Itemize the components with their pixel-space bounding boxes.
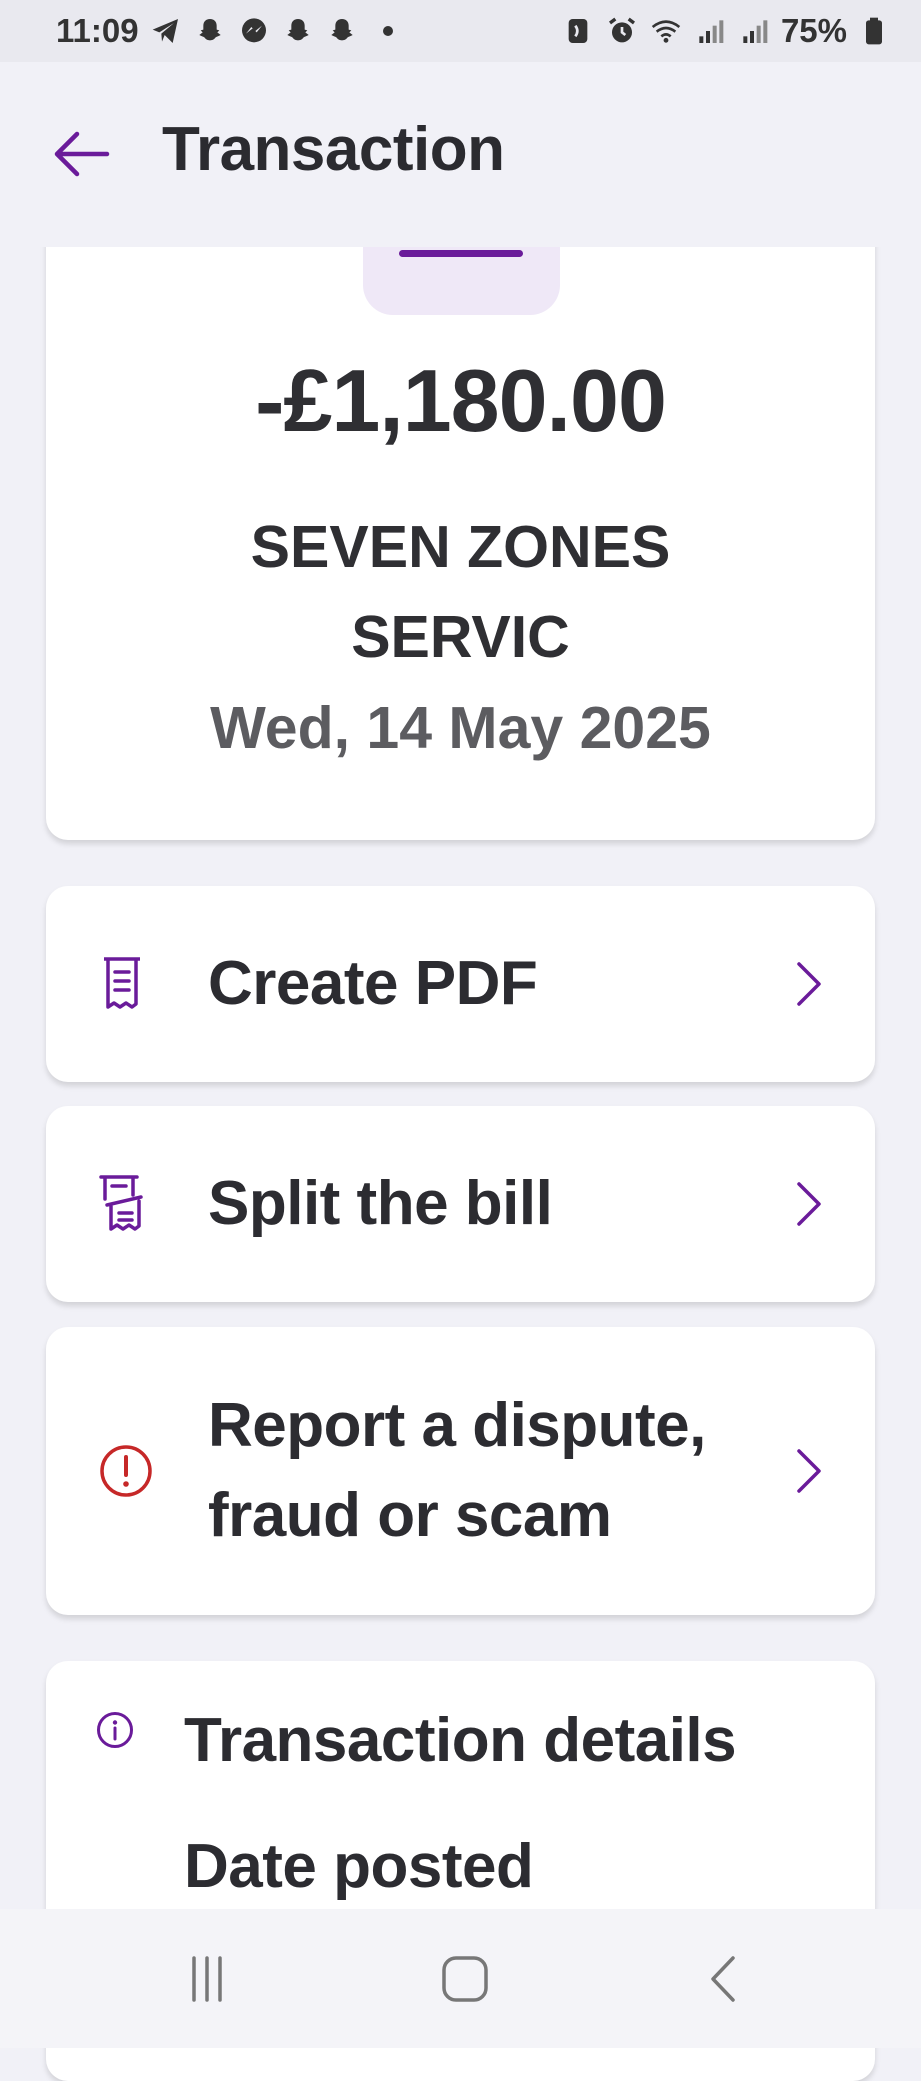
status-left: 11:09	[56, 12, 393, 50]
split-bill-icon	[92, 1174, 152, 1234]
home-button[interactable]	[425, 1949, 505, 2009]
snapchat-icon	[193, 14, 227, 48]
snapchat-icon	[325, 14, 359, 48]
telegram-icon	[149, 14, 183, 48]
report-dispute-label: Report a dispute, fraud or scam	[208, 1391, 706, 1550]
transaction-details-title: Transaction details	[184, 1706, 737, 1775]
back-button[interactable]	[48, 126, 114, 182]
alert-icon	[96, 1441, 156, 1501]
status-right: 75%	[561, 12, 891, 50]
transaction-date: Wed, 14 May 2025	[210, 695, 711, 761]
battery-percent: 75%	[780, 12, 847, 49]
nfc-icon	[561, 14, 595, 48]
signal-icon	[693, 14, 727, 48]
recent-apps-button[interactable]	[167, 1949, 247, 2009]
create-pdf-button[interactable]: Create PDF	[46, 886, 875, 1082]
arrow-left-icon	[54, 131, 110, 177]
merchant-logo	[363, 247, 560, 315]
chevron-right-icon	[789, 1179, 829, 1229]
chevron-left-icon	[711, 1956, 735, 2002]
home-icon	[442, 1956, 488, 2002]
battery-icon	[857, 14, 891, 48]
status-bar: 11:09 75%	[0, 0, 921, 62]
receipt-icon	[92, 954, 152, 1014]
split-bill-button[interactable]: Split the bill	[46, 1106, 875, 1302]
chevron-right-icon	[789, 959, 829, 1009]
status-time: 11:09	[56, 12, 139, 49]
info-icon	[96, 1711, 134, 1749]
snapchat-icon	[281, 14, 315, 48]
page-title: Transaction	[162, 115, 505, 184]
recent-apps-icon	[192, 1956, 222, 2002]
more-notifications-dot	[382, 26, 393, 36]
merchant-name: SEVEN ZONES SERVIC	[250, 514, 671, 670]
messenger-icon	[237, 14, 271, 48]
transaction-summary-card: -£1,180.00 SEVEN ZONES SERVIC Wed, 14 Ma…	[46, 247, 875, 840]
date-posted-label: Date posted	[184, 1832, 534, 1901]
create-pdf-label: Create PDF	[208, 949, 538, 1018]
split-bill-label: Split the bill	[208, 1169, 553, 1238]
transaction-amount: -£1,180.00	[255, 351, 667, 450]
merchant-logo-bar	[399, 250, 523, 257]
system-navigation-bar	[0, 1909, 921, 2048]
wifi-icon	[649, 14, 683, 48]
app-bar: Transaction	[0, 62, 921, 247]
signal-icon	[737, 14, 771, 48]
system-back-button[interactable]	[683, 1949, 763, 2009]
alarm-icon	[605, 14, 639, 48]
report-dispute-button[interactable]: Report a dispute, fraud or scam	[46, 1327, 875, 1615]
chevron-right-icon	[789, 1446, 829, 1496]
